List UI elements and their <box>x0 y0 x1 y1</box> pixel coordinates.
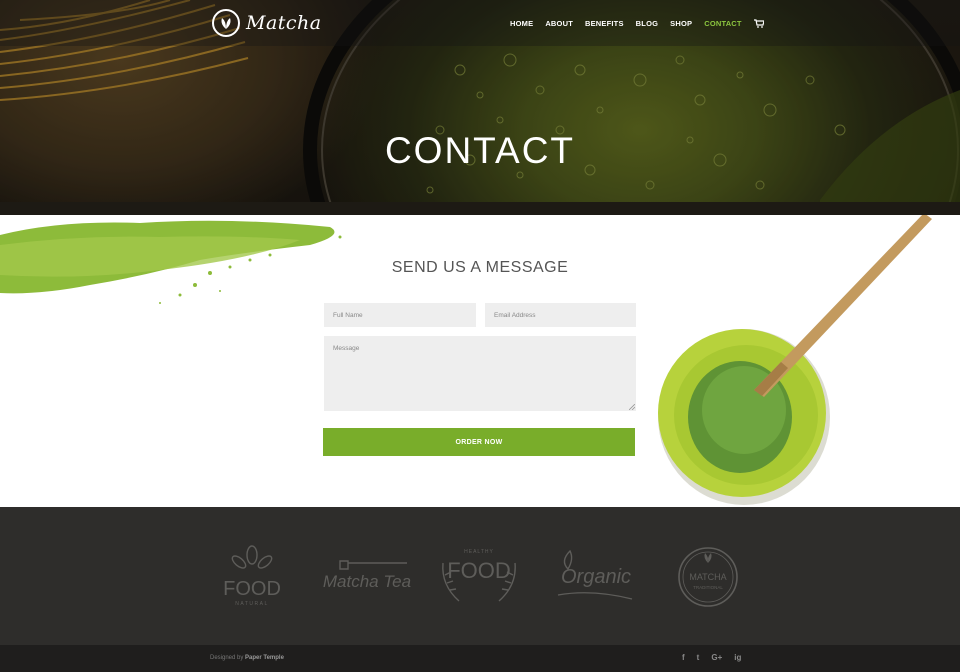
matcha-bowl-image <box>658 215 932 505</box>
credit-prefix: Designed by <box>210 655 244 661</box>
hero-bottom-band <box>0 202 960 215</box>
designer-credit: Designed by Paper Temple <box>210 655 284 661</box>
hero-banner: Matcha HOME ABOUT BENEFITS BLOG SHOP CON… <box>0 0 960 215</box>
food-natural-word: FOOD <box>223 578 281 600</box>
healthy-food-top: HEALTHY <box>464 549 494 555</box>
matcha-traditional-sub: TRADITIONAL <box>693 585 723 590</box>
nav-benefits[interactable]: BENEFITS <box>585 19 624 28</box>
logo-text: Matcha <box>246 12 322 34</box>
food-natural-badge: FOOD NATURAL <box>215 545 290 614</box>
contact-section: SEND US A MESSAGE Full Name Email Addres… <box>0 215 960 507</box>
cart-icon[interactable] <box>753 19 764 28</box>
healthy-food-word: FOOD <box>447 558 511 583</box>
site-logo[interactable]: Matcha <box>212 9 322 37</box>
instagram-icon[interactable]: ig <box>734 653 741 662</box>
food-natural-sub: NATURAL <box>235 601 268 607</box>
organic-badge: Organic <box>552 545 637 614</box>
main-navigation: HOME ABOUT BENEFITS BLOG SHOP CONTACT <box>510 19 764 28</box>
healthy-food-badge: HEALTHY FOOD <box>435 545 525 614</box>
nav-home[interactable]: HOME <box>510 19 533 28</box>
page-title: CONTACT <box>384 130 576 171</box>
social-links: f t G+ ig <box>682 653 741 662</box>
leaf-logo-icon <box>212 9 240 37</box>
organic-word: Organic <box>561 566 631 588</box>
order-now-button[interactable]: ORDER NOW <box>323 428 635 456</box>
nav-shop[interactable]: SHOP <box>670 19 692 28</box>
google-plus-icon[interactable]: G+ <box>711 653 722 662</box>
matcha-tea-word: Matcha Tea <box>323 572 411 591</box>
matcha-tea-badge: Matcha Tea <box>322 545 412 614</box>
facebook-icon[interactable]: f <box>682 653 685 662</box>
email-field[interactable]: Email Address <box>485 303 636 327</box>
nav-bar <box>0 0 960 46</box>
footer-badges: FOOD NATURAL Matcha Tea HEALTHY FOOD Org… <box>0 507 960 645</box>
bottom-bar: Designed by Paper Temple f t G+ ig <box>0 645 960 672</box>
resize-handle-icon[interactable] <box>629 404 635 410</box>
nav-blog[interactable]: BLOG <box>636 19 658 28</box>
full-name-field[interactable]: Full Name <box>324 303 476 327</box>
nav-about[interactable]: ABOUT <box>545 19 573 28</box>
matcha-traditional-badge: MATCHA TRADITIONAL <box>676 545 740 614</box>
message-field[interactable]: Message <box>324 336 636 411</box>
nav-contact[interactable]: CONTACT <box>704 19 742 28</box>
credit-link[interactable]: Paper Temple <box>245 655 284 661</box>
twitter-icon[interactable]: t <box>697 653 700 662</box>
matcha-traditional-word: MATCHA <box>689 572 726 582</box>
